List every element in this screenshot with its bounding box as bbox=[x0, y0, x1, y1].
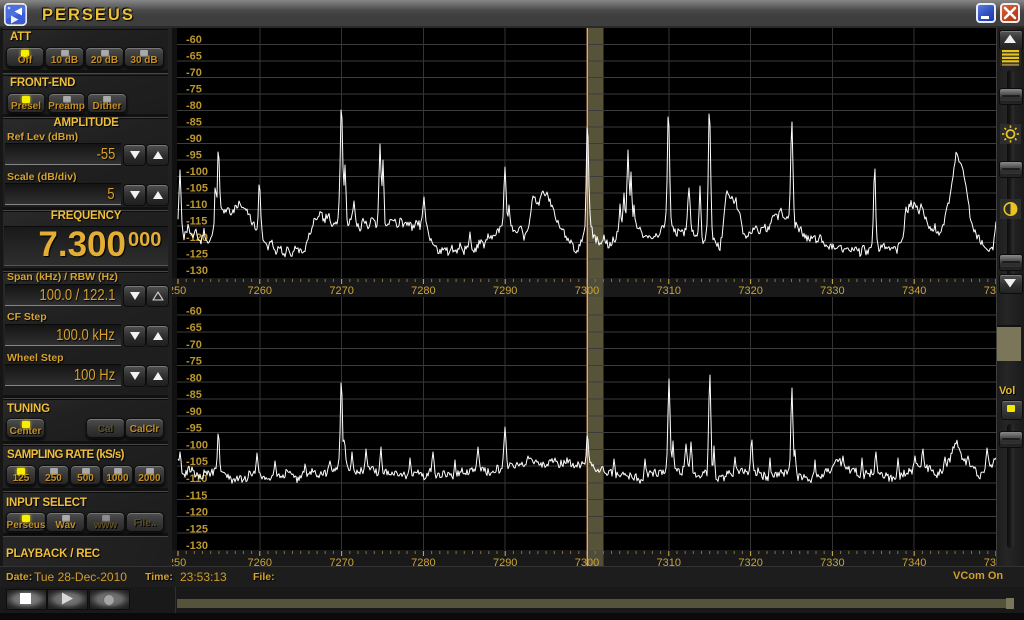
svg-text:-80: -80 bbox=[186, 100, 202, 112]
svg-text:-70: -70 bbox=[186, 67, 202, 79]
svg-text:-115: -115 bbox=[186, 216, 207, 228]
svg-text:7310: 7310 bbox=[657, 557, 681, 566]
svg-text:7250: 7250 bbox=[172, 285, 186, 297]
svg-text:7270: 7270 bbox=[329, 557, 353, 566]
svg-text:7330: 7330 bbox=[820, 557, 844, 566]
svg-text:7320: 7320 bbox=[738, 285, 762, 297]
svg-text:7250: 7250 bbox=[172, 557, 186, 566]
svg-text:-130: -130 bbox=[186, 265, 208, 277]
svg-text:7320: 7320 bbox=[738, 557, 762, 566]
svg-text:7310: 7310 bbox=[657, 285, 681, 297]
svg-text:-60: -60 bbox=[186, 34, 202, 46]
svg-text:7340: 7340 bbox=[902, 285, 926, 297]
svg-text:-115: -115 bbox=[186, 490, 207, 502]
svg-text:-65: -65 bbox=[186, 51, 202, 63]
svg-text:-95: -95 bbox=[186, 423, 202, 435]
svg-text:-105: -105 bbox=[186, 183, 208, 195]
svg-text:-125: -125 bbox=[186, 249, 208, 261]
svg-text:-95: -95 bbox=[186, 150, 202, 162]
svg-text:-110: -110 bbox=[186, 199, 207, 211]
svg-text:7290: 7290 bbox=[493, 285, 517, 297]
svg-text:-85: -85 bbox=[186, 117, 202, 129]
svg-text:-100: -100 bbox=[186, 440, 208, 452]
svg-text:-130: -130 bbox=[186, 540, 208, 550]
svg-text:-85: -85 bbox=[186, 389, 202, 401]
svg-text:7290: 7290 bbox=[493, 557, 517, 566]
svg-text:7280: 7280 bbox=[411, 285, 435, 297]
svg-text:-60: -60 bbox=[186, 305, 202, 317]
svg-text:7260: 7260 bbox=[248, 557, 272, 566]
svg-text:-90: -90 bbox=[186, 406, 202, 418]
svg-text:7280: 7280 bbox=[411, 557, 435, 566]
svg-text:-75: -75 bbox=[186, 84, 202, 96]
svg-text:7270: 7270 bbox=[329, 285, 353, 297]
svg-text:-70: -70 bbox=[186, 339, 202, 351]
svg-text:-90: -90 bbox=[186, 133, 202, 145]
svg-text:-120: -120 bbox=[186, 507, 208, 519]
svg-text:7330: 7330 bbox=[820, 285, 844, 297]
svg-text:-65: -65 bbox=[186, 322, 202, 334]
svg-text:-125: -125 bbox=[186, 523, 208, 535]
svg-text:-100: -100 bbox=[186, 166, 208, 178]
svg-text:7260: 7260 bbox=[248, 285, 272, 297]
svg-text:-80: -80 bbox=[186, 372, 202, 384]
svg-text:7340: 7340 bbox=[902, 557, 926, 566]
svg-text:-75: -75 bbox=[186, 356, 202, 368]
